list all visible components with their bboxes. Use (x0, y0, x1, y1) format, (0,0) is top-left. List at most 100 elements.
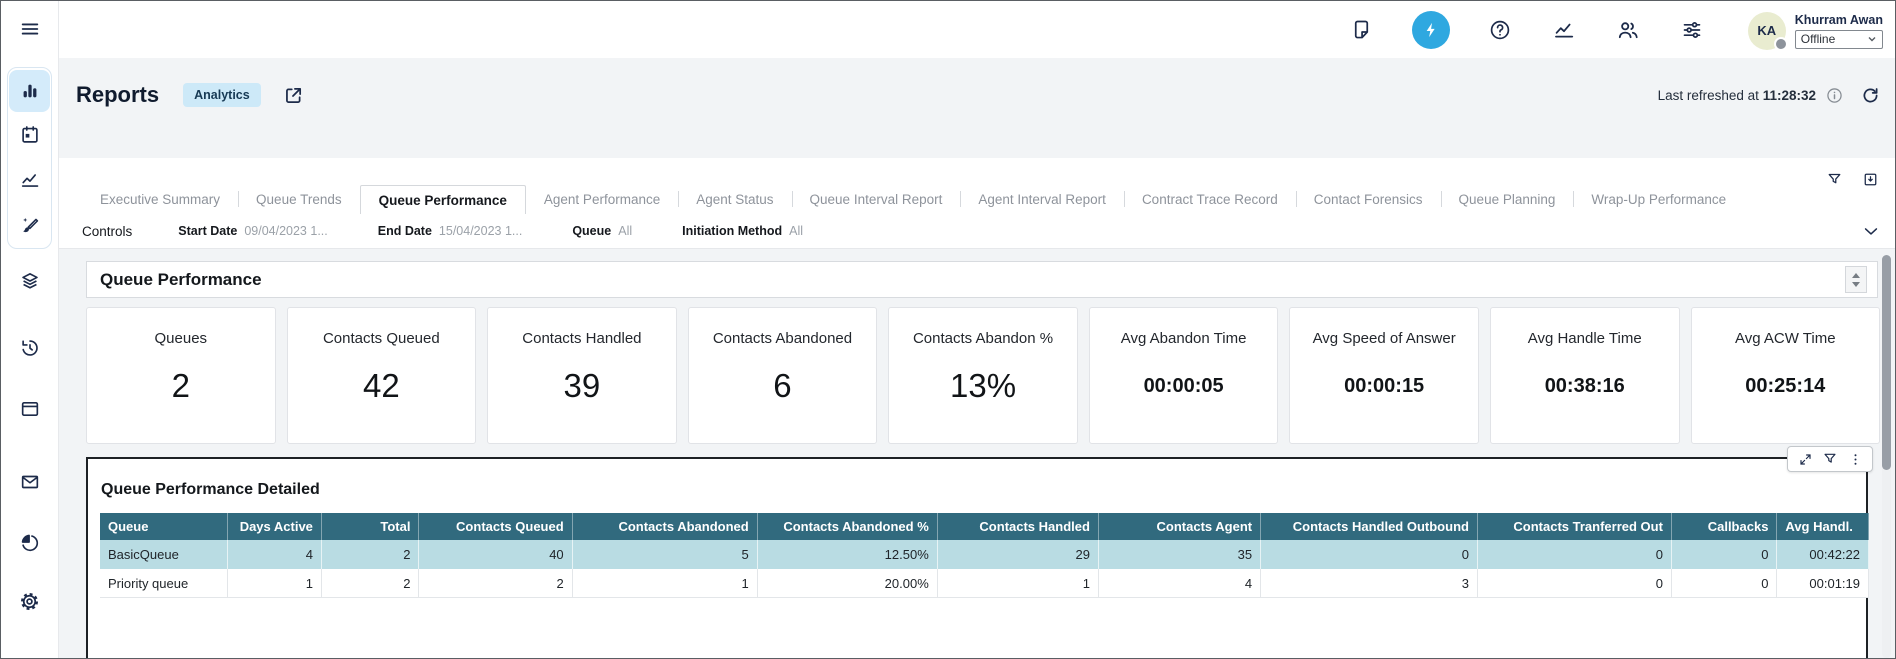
tab-queue-planning[interactable]: Queue Planning (1441, 185, 1574, 214)
table-cell: 00:01:19 (1777, 569, 1869, 598)
spin-down-icon[interactable] (1852, 282, 1860, 287)
control-value: All (618, 224, 632, 238)
info-icon[interactable] (1825, 86, 1844, 105)
controls-fields: Start Date09/04/2023 1... End Date 15/04/2… (178, 224, 853, 238)
column-header-contacts-handled-outbound[interactable]: Contacts Handled Outbound (1261, 513, 1478, 540)
external-link-icon[interactable] (283, 85, 304, 106)
sidebar-analytics-group (7, 67, 52, 249)
table-row-basicqueue[interactable]: BasicQueue4240512.50%293500000:42:22 (100, 540, 1869, 569)
chevron-down-icon (1867, 35, 1877, 43)
sidebar-item-window[interactable] (8, 389, 51, 429)
column-header-contacts-queued[interactable]: Contacts Queued (419, 513, 572, 540)
bar-chart-icon (19, 80, 41, 102)
control-label: Queue (572, 224, 611, 238)
table-row-priority-queue[interactable]: Priority queue122120.00%1430000:01:19 (100, 569, 1869, 598)
sidebar-item-design[interactable] (9, 202, 50, 247)
metric-card-avg-speed-of-answer: Avg Speed of Answer00:00:15 (1289, 307, 1479, 444)
control-start-date[interactable]: Start Date09/04/2023 1... (178, 224, 327, 238)
table-cell: 2 (322, 569, 420, 598)
history-icon (19, 337, 41, 359)
tab-queue-trends[interactable]: Queue Trends (238, 185, 360, 214)
status-select-value: Offline (1801, 32, 1835, 46)
tab-executive-summary[interactable]: Executive Summary (82, 185, 238, 214)
sidebar-item-history[interactable] (8, 328, 51, 368)
tab-agent-performance[interactable]: Agent Performance (526, 185, 678, 214)
sidebar-item-insights[interactable] (8, 523, 51, 563)
column-header-contacts-abandoned[interactable]: Contacts Abandoned (573, 513, 758, 540)
scrollbar-thumb[interactable] (1882, 255, 1891, 470)
metric-label: Avg ACW Time (1735, 330, 1836, 347)
tab-agent-status[interactable]: Agent Status (678, 185, 791, 214)
users-icon[interactable] (1614, 16, 1642, 44)
vertical-scrollbar[interactable] (1882, 255, 1891, 658)
control-end-date[interactable]: End Date 15/04/2023 1... (378, 224, 523, 238)
column-header-queue[interactable]: Queue (100, 513, 228, 540)
tab-contact-forensics[interactable]: Contact Forensics (1296, 185, 1441, 214)
flash-icon[interactable] (1412, 11, 1450, 49)
column-header-callbacks[interactable]: Callbacks (1672, 513, 1777, 540)
filter-icon[interactable] (1819, 450, 1841, 468)
sidebar-item-trends[interactable] (9, 157, 50, 202)
widget-toolbar (1787, 446, 1873, 472)
expand-icon[interactable] (1794, 450, 1816, 468)
column-header-contacts-handled[interactable]: Contacts Handled (938, 513, 1099, 540)
table-cell: 4 (228, 540, 322, 569)
table-cell: 35 (1099, 540, 1261, 569)
chevron-down-icon[interactable] (1861, 221, 1881, 241)
column-header-contacts-agent[interactable]: Contacts Agent (1099, 513, 1261, 540)
table-cell: 1 (228, 569, 322, 598)
kebab-icon[interactable] (1844, 450, 1866, 468)
detail-panel: Queue Performance Detailed QueueDays Act… (86, 457, 1868, 659)
tab-queue-interval-report[interactable]: Queue Interval Report (792, 185, 961, 214)
preferences-icon[interactable] (1678, 16, 1706, 44)
metric-label: Contacts Abandoned (713, 330, 852, 347)
sidebar-item-layers[interactable] (8, 261, 51, 301)
table-cell: 12.50% (758, 540, 938, 569)
metrics-icon[interactable] (1550, 16, 1578, 44)
control-initiation-method[interactable]: Initiation MethodAll (682, 224, 803, 238)
metric-card-contacts-abandon: Contacts Abandon %13% (888, 307, 1078, 444)
filter-icon[interactable] (1826, 171, 1843, 188)
tab-agent-interval-report[interactable]: Agent Interval Report (960, 185, 1124, 214)
control-queue[interactable]: Queue All (572, 224, 632, 238)
detail-title: Queue Performance Detailed (101, 481, 1866, 499)
metric-value: 39 (564, 367, 601, 405)
metric-value: 2 (172, 367, 190, 405)
metric-card-avg-handle-time: Avg Handle Time00:38:16 (1490, 307, 1680, 444)
last-refreshed-text: Last refreshed at 11:28:32 (1658, 88, 1816, 103)
line-chart-icon (19, 169, 41, 191)
help-icon[interactable] (1486, 16, 1514, 44)
notes-icon[interactable] (1348, 16, 1376, 44)
sidebar-item-mail[interactable] (8, 462, 51, 502)
status-dot-icon (1774, 37, 1788, 51)
report-tabs: Executive SummaryQueue TrendsQueue Perfo… (58, 185, 1895, 215)
control-label: Start Date (178, 224, 237, 238)
menu-icon[interactable] (8, 9, 51, 49)
table-cell: 0 (1478, 540, 1672, 569)
column-header-contacts-tranferred-out[interactable]: Contacts Tranferred Out (1478, 513, 1672, 540)
sidebar-item-settings[interactable] (8, 581, 51, 621)
metric-label: Avg Handle Time (1528, 330, 1642, 347)
control-value: 15/04/2023 1... (439, 224, 522, 238)
avatar-initials: KA (1757, 23, 1776, 38)
metric-value: 00:00:05 (1144, 375, 1224, 398)
metric-cards-row: Queues2Contacts Queued42Contacts Handled… (86, 307, 1880, 444)
tab-queue-performance[interactable]: Queue Performance (360, 185, 526, 215)
column-header-days-active[interactable]: Days Active (228, 513, 322, 540)
sidebar-item-schedule[interactable] (9, 112, 50, 157)
column-header-total[interactable]: Total (322, 513, 420, 540)
column-header-avg-handl[interactable]: Avg Handl. (1777, 513, 1869, 540)
column-header-contacts-abandoned[interactable]: Contacts Abandoned % (758, 513, 938, 540)
tab-contract-trace-record[interactable]: Contract Trace Record (1124, 185, 1296, 214)
control-label: End Date (378, 224, 432, 238)
table-cell: 3 (1261, 569, 1478, 598)
avatar[interactable]: KA (1748, 12, 1786, 50)
tab-wrap-up-performance[interactable]: Wrap-Up Performance (1573, 185, 1744, 214)
export-icon[interactable] (1862, 171, 1879, 188)
metric-value: 13% (950, 367, 1016, 405)
status-select[interactable]: Offline (1795, 30, 1883, 49)
spin-up-icon[interactable] (1852, 273, 1860, 278)
sidebar-item-reports[interactable] (9, 70, 50, 112)
refresh-icon[interactable] (1860, 85, 1881, 106)
table-cell: 00:42:22 (1777, 540, 1869, 569)
